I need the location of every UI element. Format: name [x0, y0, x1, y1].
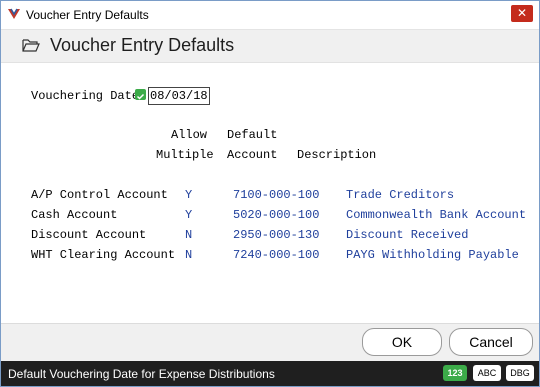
row-account-field[interactable]: 7100-000-100	[233, 188, 319, 202]
vouchering-date-value: 08/03/18	[150, 89, 208, 103]
row-description: Discount Received	[346, 228, 469, 242]
app-logo-icon	[8, 8, 20, 19]
numeric-mode-badge[interactable]: 123	[443, 365, 467, 381]
row-description: Commonwealth Bank Account	[346, 208, 527, 222]
col-multiple-header: Multiple	[156, 148, 214, 162]
row-allow-field[interactable]: N	[185, 228, 192, 242]
row-label: Discount Account	[31, 228, 147, 242]
row-account-field[interactable]: 7240-000-100	[233, 248, 319, 262]
window-title: Voucher Entry Defaults	[26, 8, 149, 22]
row-allow-field[interactable]: Y	[185, 208, 192, 222]
status-text: Default Vouchering Date for Expense Dist…	[8, 367, 275, 381]
debug-mode-badge[interactable]: DBG	[506, 365, 534, 381]
status-bar: Default Vouchering Date for Expense Dist…	[1, 361, 539, 386]
close-icon[interactable]: ✕	[511, 5, 533, 22]
col-description-header: Description	[297, 148, 377, 162]
row-label: Cash Account	[31, 208, 118, 222]
row-description: PAYG Withholding Payable	[346, 248, 519, 262]
dialog-window: Voucher Entry Defaults ✕ Voucher Entry D…	[0, 0, 540, 387]
row-description: Trade Creditors	[346, 188, 455, 202]
ok-button[interactable]: OK	[362, 328, 442, 356]
row-label: WHT Clearing Account	[31, 248, 176, 262]
row-allow-field[interactable]: N	[185, 248, 192, 262]
title-bar: Voucher Entry Defaults ✕	[1, 1, 539, 30]
row-allow-field[interactable]: Y	[185, 188, 192, 202]
row-account-field[interactable]: 2950-000-130	[233, 228, 319, 242]
col-default-header: Default	[227, 128, 278, 142]
lookup-check-icon[interactable]	[135, 89, 146, 100]
row-account-field[interactable]: 5020-000-100	[233, 208, 319, 222]
folder-open-icon	[22, 39, 40, 52]
vouchering-date-input[interactable]: 08/03/18	[148, 87, 210, 105]
col-account-header: Account	[227, 148, 278, 162]
page-title: Voucher Entry Defaults	[50, 35, 235, 55]
col-allow-header: Allow	[171, 128, 208, 142]
cancel-button[interactable]: Cancel	[449, 328, 533, 356]
row-label: A/P Control Account	[31, 188, 168, 202]
dialog-header: Voucher Entry Defaults	[1, 30, 539, 63]
vouchering-date-label: Vouchering Date	[31, 89, 140, 103]
caps-mode-badge[interactable]: ABC	[473, 365, 501, 381]
